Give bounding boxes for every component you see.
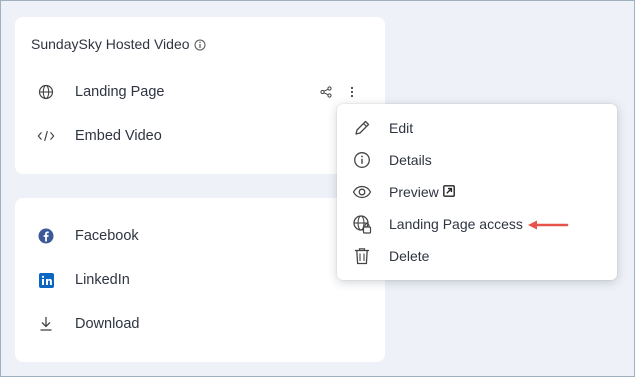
annotation-arrow-icon: [528, 220, 569, 230]
pencil-icon: [352, 118, 372, 138]
card-title: SundaySky Hosted Video: [31, 36, 206, 52]
menu-item-label: Landing Page access: [389, 216, 523, 232]
menu-item-preview[interactable]: Preview: [337, 177, 617, 207]
share-item-embed-video[interactable]: Embed Video: [15, 118, 385, 154]
linkedin-icon: [37, 271, 55, 289]
share-item-facebook[interactable]: Facebook: [15, 218, 385, 254]
menu-item-label-wrap: Preview: [389, 184, 455, 200]
menu-item-landing-page-access[interactable]: Landing Page access: [337, 209, 617, 239]
download-label: Download: [75, 316, 140, 332]
linkedin-label: LinkedIn: [75, 272, 130, 288]
external-link-icon: [442, 184, 455, 200]
context-menu: Edit Details Preview Landing Page access…: [337, 104, 617, 280]
share-item-landing-page[interactable]: Landing Page: [15, 74, 385, 110]
card-title-text: SundaySky Hosted Video: [31, 36, 190, 52]
menu-item-edit[interactable]: Edit: [337, 113, 617, 143]
menu-item-label: Delete: [389, 248, 430, 264]
info-icon[interactable]: [194, 38, 206, 51]
menu-item-delete[interactable]: Delete: [337, 241, 617, 271]
download-icon: [37, 315, 55, 333]
menu-item-label: Preview: [389, 184, 439, 200]
menu-item-label: Details: [389, 152, 432, 168]
menu-item-label: Edit: [389, 120, 414, 136]
share-item-download[interactable]: Download: [15, 306, 385, 342]
globe-icon: [37, 83, 55, 101]
share-icon[interactable]: [319, 85, 333, 99]
more-vertical-icon[interactable]: [345, 85, 359, 99]
menu-item-details[interactable]: Details: [337, 145, 617, 175]
embed-video-label: Embed Video: [75, 128, 162, 144]
eye-icon: [352, 182, 372, 202]
share-options-card: Facebook LinkedIn Download: [15, 198, 385, 362]
globe-lock-icon: [352, 214, 372, 234]
info-icon: [352, 150, 372, 170]
trash-icon: [352, 246, 372, 266]
facebook-label: Facebook: [75, 228, 139, 244]
hosted-video-card: SundaySky Hosted Video Landing Page Embe…: [15, 17, 385, 174]
code-icon: [37, 127, 55, 145]
share-item-linkedin[interactable]: LinkedIn: [15, 262, 385, 298]
landing-page-actions: [319, 85, 359, 99]
landing-page-label: Landing Page: [75, 84, 165, 100]
facebook-icon: [37, 227, 55, 245]
